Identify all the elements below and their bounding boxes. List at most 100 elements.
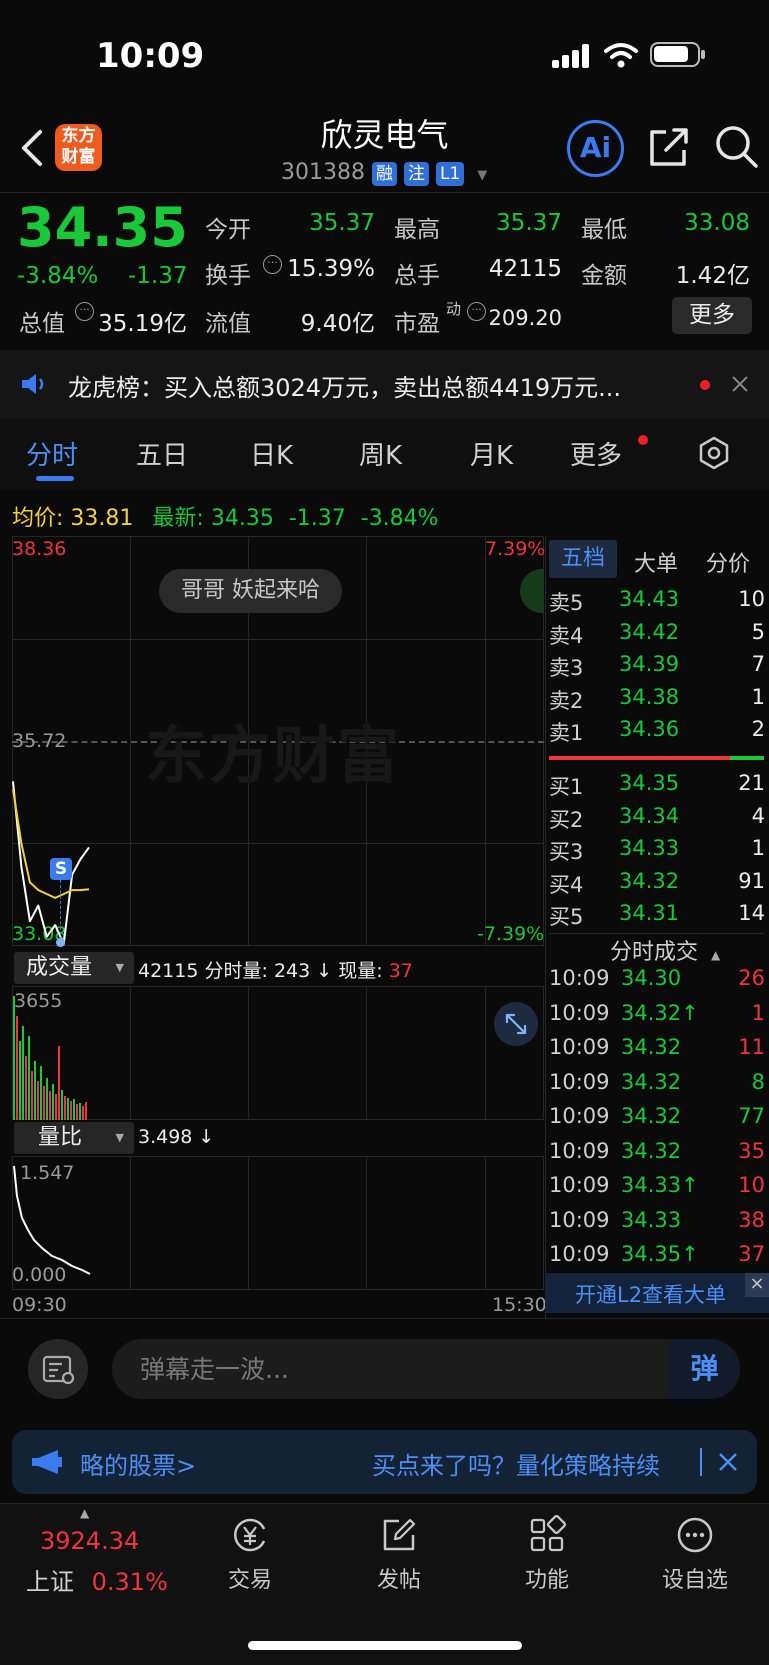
share-icon[interactable]	[646, 124, 692, 170]
index-change: 0.31%	[91, 1568, 168, 1596]
tick-price: 34.35↑	[621, 1242, 699, 1266]
promo-right-text[interactable]: 买点来了吗？量化策略持续	[372, 1446, 712, 1481]
bubble-text: 哥哥 妖起来哈	[181, 578, 320, 603]
nav-trade[interactable]: 交易	[190, 1562, 310, 1594]
nav-functions[interactable]: 功能	[487, 1562, 607, 1594]
volume-minute-label: 分时量:	[204, 960, 268, 982]
nav-add-watchlist[interactable]: 设自选	[635, 1562, 755, 1594]
tab-weekly-k[interactable]: 周K	[359, 435, 402, 472]
level-price: 34.39	[619, 652, 680, 676]
bid-row: 买4 34.32 91	[549, 869, 765, 901]
level-volume: 21	[738, 771, 765, 795]
bid-row: 买1 34.35 21	[549, 771, 765, 803]
float-value: 9.40亿	[300, 311, 375, 337]
amount-value: 1.42亿	[675, 263, 750, 289]
avg-label: 均价:	[12, 506, 64, 531]
close-icon[interactable]	[718, 1452, 738, 1472]
level-volume: 1	[751, 836, 765, 860]
level-price: 34.36	[619, 717, 680, 741]
danmaku-send-button[interactable]: 弹	[669, 1339, 740, 1399]
danmaku-bubble[interactable]: 哥哥 妖起来哈	[159, 569, 342, 613]
ticks-title-label: 分时成交	[610, 940, 699, 965]
tag-registration: 注	[403, 162, 429, 186]
dropdown-arrow-icon[interactable]: ▼	[477, 168, 487, 183]
info-icon[interactable]: ···	[467, 302, 486, 321]
more-options-icon[interactable]	[675, 1515, 715, 1555]
promo-separator	[700, 1448, 702, 1476]
amount-label: 金额	[581, 263, 627, 289]
ticks-title[interactable]: 分时成交 ▲	[610, 934, 720, 966]
tick-row: 10:09 34.32 35	[549, 1139, 765, 1171]
l2-banner[interactable]: 开通L2查看大单 ×	[545, 1273, 769, 1313]
order-book-tab-five[interactable]: 五档	[549, 540, 617, 578]
close-icon[interactable]: ×	[745, 1273, 769, 1297]
promo-left-text[interactable]: 略的股票>	[80, 1446, 196, 1481]
promo-bar[interactable]: 略的股票> 买点来了吗？量化策略持续	[12, 1430, 757, 1494]
tick-row: 10:09 34.35↑ 37	[549, 1242, 765, 1274]
tab-monthly-k[interactable]: 月K	[470, 435, 513, 472]
ratio-selector-label: 量比	[38, 1125, 83, 1150]
ask-row: 卖1 34.36 2	[549, 717, 765, 749]
avg-price-row: 均价: 33.81 最新: 34.35 -1.37 -3.84%	[12, 500, 439, 532]
tick-row: 10:09 34.30 26	[549, 966, 765, 998]
nav-post[interactable]: 发帖	[339, 1562, 459, 1594]
watermark: 东方财富	[145, 719, 402, 792]
more-button[interactable]: 更多	[672, 297, 752, 334]
tab-five-day[interactable]: 五日	[136, 435, 188, 472]
trade-marker[interactable]: S	[50, 858, 72, 880]
volume-selector[interactable]: 成交量 ▼	[14, 952, 134, 984]
marker-label: S	[54, 859, 68, 879]
price-lines	[12, 781, 90, 946]
tick-volume: 38	[738, 1207, 765, 1232]
tick-time: 10:09	[549, 1069, 610, 1094]
level-price: 34.43	[619, 587, 680, 611]
index-value[interactable]: 3924.34	[40, 1527, 139, 1555]
volume-header: 成交量 ▼ 42115 分时量: 243 ↓ 现量: 37	[12, 950, 544, 986]
tick-row: 10:09 34.32↑ 1	[549, 1001, 765, 1033]
tick-volume: 1	[751, 1000, 765, 1025]
ask-row: 卖2 34.38 1	[549, 685, 765, 717]
level-price: 34.32	[619, 868, 680, 893]
speaker-icon	[22, 374, 44, 394]
level-volume: 1	[751, 684, 765, 709]
settings-icon[interactable]	[697, 436, 731, 470]
divider	[0, 192, 769, 193]
functions-icon[interactable]	[527, 1515, 567, 1555]
danmaku-toggle-button[interactable]	[28, 1339, 88, 1399]
notice-bar[interactable]: 龙虎榜：买入总额3024万元，卖出总额4419万元...	[0, 350, 769, 418]
tick-volume: 11	[738, 1035, 765, 1059]
level-volume: 5	[751, 619, 765, 644]
tab-more[interactable]: 更多	[570, 435, 622, 472]
pe-value: 209.20	[488, 306, 562, 330]
volume-now-label: 现量:	[338, 960, 383, 982]
expand-icon	[505, 1013, 527, 1035]
search-icon[interactable]	[714, 124, 760, 170]
level-price: 34.34	[619, 803, 680, 828]
danmaku-input[interactable]: 弹	[112, 1339, 740, 1399]
close-icon[interactable]	[731, 375, 749, 393]
level-volume: 2	[751, 717, 765, 741]
tab-daily-k[interactable]: 日K	[250, 435, 293, 472]
order-book-tab-price[interactable]: 分价	[706, 546, 750, 578]
tick-volume: 10	[738, 1173, 765, 1197]
tick-time: 10:09	[549, 1242, 610, 1266]
info-icon[interactable]: ···	[75, 302, 94, 321]
expand-button[interactable]	[494, 1002, 538, 1046]
trade-icon[interactable]	[230, 1515, 270, 1555]
index-row[interactable]: 上证 0.31%	[26, 1562, 168, 1597]
ratio-selector[interactable]: 量比 ▼	[14, 1122, 134, 1154]
turnover-label: 换手	[205, 263, 251, 289]
latest-value: 34.35	[210, 506, 274, 531]
level-label: 买1	[549, 775, 584, 799]
level-volume: 4	[751, 803, 765, 828]
ai-button[interactable]: Ai	[567, 120, 624, 177]
danmaku-input-field[interactable]	[140, 1349, 640, 1389]
order-book-tab-big[interactable]: 大单	[634, 546, 678, 578]
tab-intraday[interactable]: 分时	[26, 435, 78, 472]
ask-row: 卖3 34.39 7	[549, 652, 765, 684]
level-price: 34.31	[619, 901, 680, 925]
divider	[0, 1318, 769, 1319]
post-icon[interactable]	[379, 1515, 419, 1555]
info-icon[interactable]: ···	[263, 255, 282, 274]
time-end: 15:30	[492, 1294, 547, 1316]
